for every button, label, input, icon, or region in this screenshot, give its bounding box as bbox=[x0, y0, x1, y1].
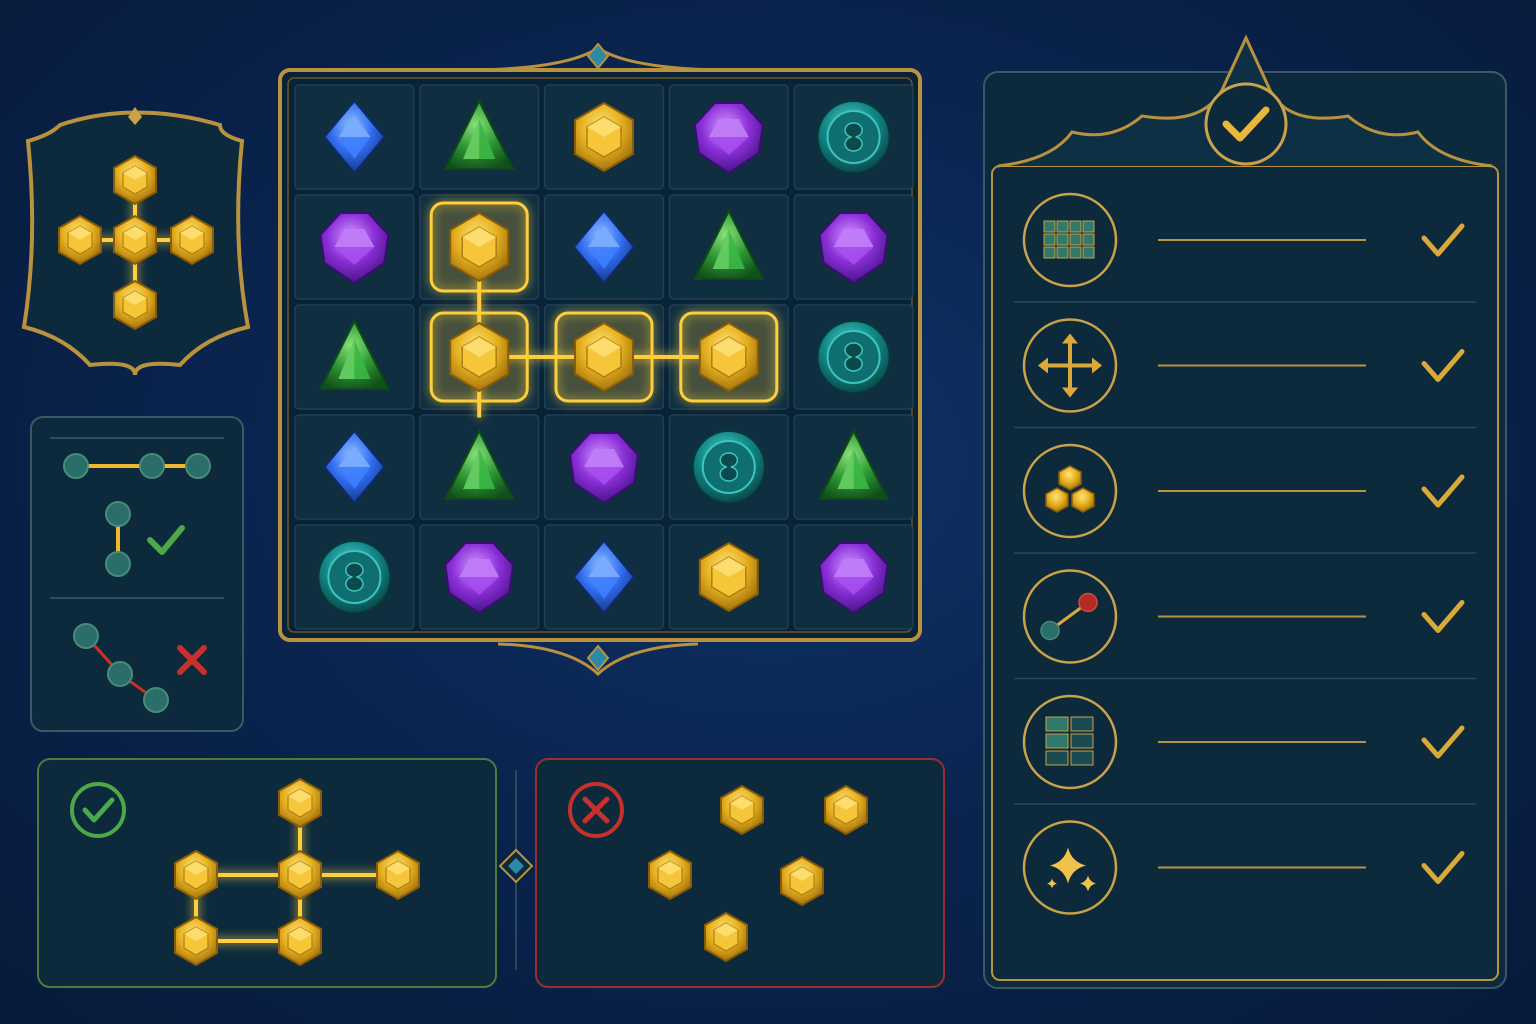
complete-badge-icon bbox=[1204, 82, 1288, 166]
move-arrows-icon bbox=[1022, 318, 1118, 413]
link-nodes-icon bbox=[1022, 569, 1118, 664]
game-board[interactable] bbox=[278, 40, 922, 680]
gem-teal-icon[interactable] bbox=[816, 100, 891, 174]
target-pattern-card bbox=[20, 105, 251, 377]
connection-rule-card bbox=[30, 416, 244, 732]
rules-panel bbox=[982, 34, 1508, 990]
gem-teal-icon[interactable] bbox=[816, 320, 891, 394]
valid-example-card bbox=[36, 757, 498, 989]
sparkle-icon bbox=[1022, 820, 1118, 915]
divider-ornament bbox=[496, 770, 536, 970]
gem-teal-icon[interactable] bbox=[317, 540, 392, 614]
partial-grid-icon bbox=[1022, 694, 1118, 790]
gem-teal-icon[interactable] bbox=[691, 430, 766, 504]
grid-icon bbox=[1022, 192, 1118, 288]
invalid-example-card bbox=[534, 757, 946, 989]
gold-plus-pattern-icon bbox=[21, 107, 251, 376]
gem-cluster-icon bbox=[1022, 443, 1118, 539]
